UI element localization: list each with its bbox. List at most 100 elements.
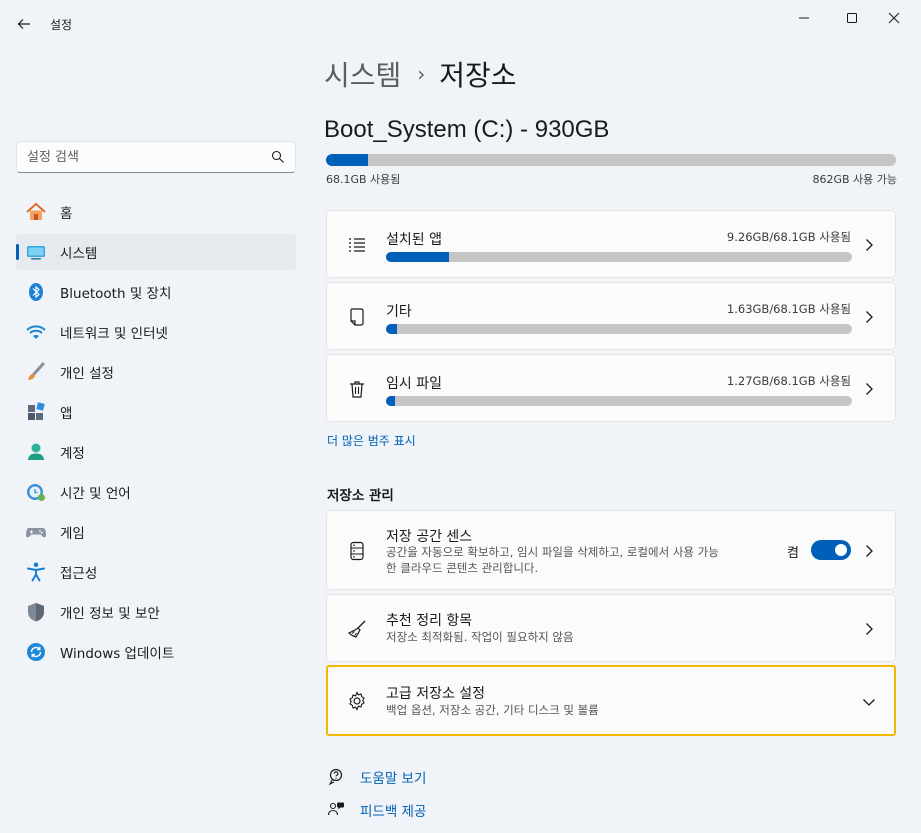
minimize-icon (799, 17, 809, 19)
category-title: 설치된 앱 (386, 232, 442, 248)
home-icon (24, 200, 48, 224)
feedback-icon (326, 800, 346, 820)
category-title: 임시 파일 (386, 376, 442, 392)
category-title: 기타 (386, 304, 412, 320)
search-input[interactable] (27, 149, 271, 165)
give-feedback-label: 피드백 제공 (360, 804, 427, 820)
back-arrow-icon (17, 19, 30, 29)
show-more-categories-link[interactable]: 더 많은 범주 표시 (327, 432, 416, 449)
chevron-right-icon (861, 381, 877, 397)
sidebar-item-privacy[interactable]: 개인 정보 및 보안 (16, 594, 296, 630)
storage-sense-desc-line2: 한 클라우드 콘텐츠 관리합니다. (386, 561, 539, 575)
category-usage-bar (386, 252, 852, 262)
sidebar-item-bluetooth[interactable]: Bluetooth 및 장치 (16, 274, 296, 310)
get-help-link[interactable]: 도움말 보기 (326, 767, 426, 787)
sidebar-item-accounts[interactable]: 계정 (16, 434, 296, 470)
chevron-right-icon (861, 237, 877, 253)
sidebar-item-apps[interactable]: 앱 (16, 394, 296, 430)
help-icon (326, 767, 346, 787)
brush-icon (24, 360, 48, 384)
sidebar-item-label: Windows 업데이트 (60, 646, 175, 662)
breadcrumb-parent[interactable]: 시스템 (324, 54, 401, 94)
breadcrumb: 시스템 › 저장소 (324, 54, 517, 94)
cleanup-recommendations-card[interactable]: 추천 정리 항목 저장소 최적화됨. 작업이 필요하지 않음 (326, 594, 896, 662)
sidebar-item-label: 접근성 (60, 566, 98, 582)
sidebar-item-time-language[interactable]: 시간 및 언어 (16, 474, 296, 510)
category-size: 1.63GB/68.1GB 사용됨 (726, 302, 851, 316)
sidebar-item-system[interactable]: 시스템 (16, 234, 296, 270)
gear-icon (345, 689, 369, 713)
sidebar-item-home[interactable]: 홈 (16, 194, 296, 230)
system-icon (24, 240, 48, 264)
breadcrumb-separator: › (417, 62, 426, 86)
sidebar-item-accessibility[interactable]: 접근성 (16, 554, 296, 590)
give-feedback-link[interactable]: 피드백 제공 (326, 800, 426, 820)
back-button[interactable] (10, 10, 38, 38)
toggle-knob (835, 544, 847, 556)
category-card-temp-files[interactable]: 임시 파일 1.27GB/68.1GB 사용됨 (326, 354, 896, 422)
sidebar-item-label: 시스템 (60, 246, 98, 262)
minimize-button[interactable] (786, 6, 822, 30)
sidebar-item-network[interactable]: 네트워크 및 인터넷 (16, 314, 296, 350)
storage-sense-card[interactable]: 저장 공간 센스 공간을 자동으로 확보하고, 임시 파일을 삭제하고, 로컬에… (326, 510, 896, 590)
storage-management-heading: 저장소 관리 (327, 488, 394, 504)
category-size: 9.26GB/68.1GB 사용됨 (726, 230, 851, 244)
category-usage-fill (386, 396, 395, 406)
chevron-right-icon (861, 621, 877, 637)
time-language-icon (24, 480, 48, 504)
maximize-button[interactable] (834, 6, 870, 30)
storage-sense-desc: 공간을 자동으로 확보하고, 임시 파일을 삭제하고, 로컬에서 사용 가능 (386, 545, 719, 559)
apps-icon (24, 400, 48, 424)
category-size: 1.27GB/68.1GB 사용됨 (726, 374, 851, 388)
advanced-settings-title: 고급 저장소 설정 (386, 686, 486, 702)
account-icon (24, 440, 48, 464)
sidebar-item-personalization[interactable]: 개인 설정 (16, 354, 296, 390)
category-usage-bar (386, 324, 852, 334)
category-usage-bar (386, 396, 852, 406)
chevron-right-icon (861, 543, 877, 559)
sidebar-nav: 홈 시스템 Bluetooth 및 장치 네트워크 및 인터넷 개인 설정 앱 (16, 194, 296, 674)
gaming-icon (24, 520, 48, 544)
cleanup-desc: 저장소 최적화됨. 작업이 필요하지 않음 (386, 630, 574, 644)
sidebar-item-label: 홈 (60, 206, 73, 222)
drive-title: Boot_System (C:) - 930GB (324, 116, 610, 143)
trash-icon (345, 377, 369, 401)
sidebar-item-label: 계정 (60, 446, 85, 462)
category-card-installed-apps[interactable]: 설치된 앱 9.26GB/68.1GB 사용됨 (326, 210, 896, 278)
page-title: 저장소 (439, 59, 517, 92)
document-icon (345, 305, 369, 329)
wifi-icon (24, 320, 48, 344)
close-button[interactable] (876, 6, 912, 30)
accessibility-icon (24, 560, 48, 584)
advanced-storage-settings-card[interactable]: 고급 저장소 설정 백업 옵션, 저장소 공간, 기타 디스크 및 볼륨 (326, 665, 896, 736)
sidebar-item-windows-update[interactable]: Windows 업데이트 (16, 634, 296, 670)
cleanup-title: 추천 정리 항목 (386, 613, 473, 629)
drive-free-label: 862GB 사용 가능 (812, 173, 897, 186)
bluetooth-icon (24, 280, 48, 304)
chevron-down-icon (861, 694, 877, 710)
shield-icon (24, 600, 48, 624)
sidebar-item-label: 개인 정보 및 보안 (60, 606, 160, 622)
title-bar: 설정 (0, 0, 921, 48)
category-card-other[interactable]: 기타 1.63GB/68.1GB 사용됨 (326, 282, 896, 350)
drive-usage-bar (326, 154, 896, 166)
maximize-icon (847, 13, 857, 23)
sidebar-item-gaming[interactable]: 게임 (16, 514, 296, 550)
sidebar-item-label: 네트워크 및 인터넷 (60, 326, 168, 342)
category-usage-fill (386, 252, 450, 262)
close-icon (888, 12, 900, 24)
app-title: 설정 (50, 18, 73, 32)
storage-sense-toggle-label: 켬 (787, 546, 799, 561)
settings-search[interactable] (16, 141, 296, 173)
sidebar-item-label: 앱 (60, 406, 73, 422)
drive-icon (345, 539, 369, 563)
list-icon (345, 233, 369, 257)
drive-used-label: 68.1GB 사용됨 (326, 173, 401, 186)
storage-sense-title: 저장 공간 센스 (386, 529, 473, 545)
storage-sense-toggle[interactable] (811, 540, 851, 560)
chevron-right-icon (861, 309, 877, 325)
search-icon[interactable] (271, 150, 285, 164)
sidebar-item-label: 시간 및 언어 (60, 486, 131, 502)
drive-usage-fill (326, 154, 368, 166)
get-help-label: 도움말 보기 (360, 771, 427, 787)
